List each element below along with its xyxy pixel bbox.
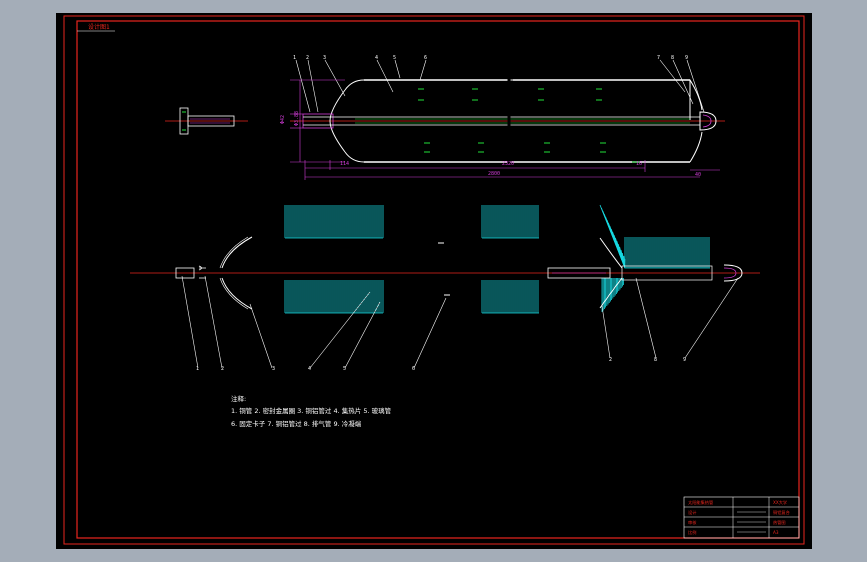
diameter-label-inner: Φ3.88: [294, 111, 300, 126]
top-part-3: 3: [323, 55, 326, 61]
exploded-part-6: 6: [412, 366, 415, 372]
top-part-7: 7: [657, 55, 660, 61]
exploded-part-1: 1: [196, 366, 199, 372]
exploded-part-3: 3: [272, 366, 275, 372]
dim-end-offset: 40: [695, 172, 701, 178]
top-part-5: 5: [393, 55, 396, 61]
exploded-part-4: 4: [308, 366, 311, 372]
dim-left-offset: 114: [340, 161, 349, 167]
drawing-canvas: 设计图1 1 2 3 4 5 6 7 8 9 Φ42 Φ3.88 114 232…: [63, 15, 805, 545]
diameter-label-outer: Φ42: [280, 115, 286, 124]
exploded-part-2: 2: [221, 366, 224, 372]
title-tag: 设计图1: [88, 23, 110, 31]
top-part-6: 6: [424, 55, 427, 61]
top-part-4: 4: [375, 55, 378, 61]
title-row-1: 太阳能集热管: [688, 499, 713, 506]
exploded-part-5: 5: [343, 366, 346, 372]
dim-right-offset: 16: [636, 161, 642, 167]
notes-line-2: 6. 固定卡子 7. 铜铝管过 8. 排气管 9. 冷凝端: [231, 419, 362, 428]
title-cell-2: 铜铝复合: [773, 509, 791, 516]
title-row-2: 设计: [688, 509, 696, 516]
dim-mid-length: 2320: [502, 161, 514, 167]
cad-viewport: 设计图1 1 2 3 4 5 6 7 8 9 Φ42 Φ3.88 114 232…: [0, 0, 867, 562]
notes-heading: 注释:: [231, 394, 246, 403]
title-block: 太阳能集热管 设计 审核 比例 XX大学 铜铝复合 热管图 A3: [683, 496, 800, 539]
exploded-part-9: 9: [683, 357, 686, 363]
top-part-2: 2: [306, 55, 309, 61]
exploded-part-8: 8: [654, 357, 657, 363]
title-row-3: 审核: [688, 519, 697, 526]
top-part-9: 9: [685, 55, 688, 61]
exploded-part-7: 2: [609, 357, 612, 363]
top-part-8: 8: [671, 55, 674, 61]
title-row-4: 比例: [688, 529, 696, 536]
dim-total-length: 2800: [488, 171, 500, 177]
title-cell-1: XX大学: [773, 499, 787, 506]
title-cell-4: A3: [773, 530, 779, 535]
top-part-1: 1: [293, 55, 296, 61]
notes-line-1: 1. 铜管 2. 密封金属圈 3. 铜铝管过 4. 集热片 5. 玻璃管: [231, 406, 392, 415]
exploded-view: [130, 204, 760, 369]
title-cell-3: 热管图: [773, 519, 786, 526]
end-plug-detail: [165, 107, 248, 135]
